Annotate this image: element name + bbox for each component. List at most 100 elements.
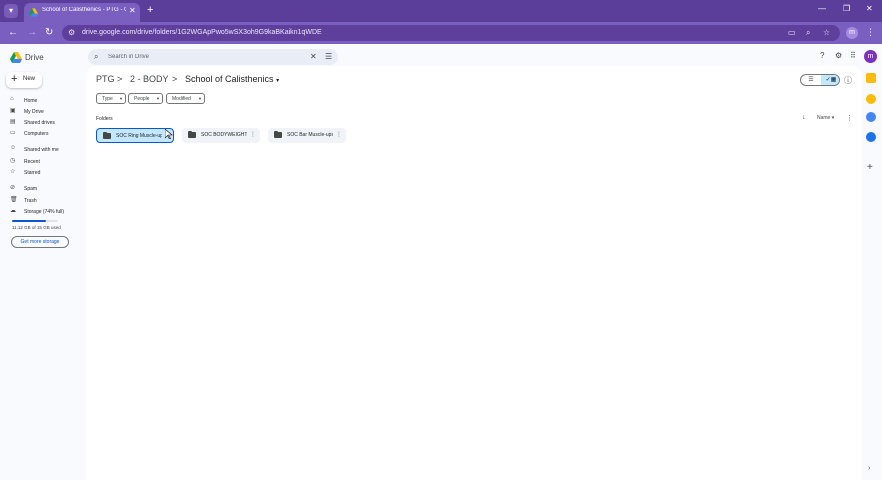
site-info-icon[interactable]: ⚙ bbox=[68, 28, 75, 37]
sort-direction-arrow-icon[interactable]: ↓ bbox=[802, 114, 806, 121]
tab-close-icon[interactable]: ✕ bbox=[129, 6, 136, 15]
sidebar-item-storage[interactable]: ☁ Storage (74% full) bbox=[4, 207, 84, 217]
folder-name: SOC Ring Muscle-ups bbox=[116, 133, 162, 139]
folder-name: SOC BODYWEIGHT bbox=[201, 132, 247, 138]
tab-title: School of Calisthenics - PTG - Google Dr… bbox=[42, 7, 126, 13]
breadcrumb-chevron-icon: > bbox=[117, 74, 123, 84]
folder-icon bbox=[103, 131, 111, 139]
folders-section-label: Folders bbox=[96, 116, 113, 122]
recent-icon: ◷ bbox=[10, 158, 16, 164]
restore-icon[interactable]: ❐ bbox=[843, 4, 850, 13]
sidebar-item-trash[interactable]: 🗑 Trash bbox=[4, 196, 84, 206]
folder-icon bbox=[274, 130, 282, 138]
chevron-down-icon: ▼ bbox=[119, 96, 123, 101]
settings-gear-icon[interactable]: ⚙ bbox=[835, 51, 842, 60]
main-content: PTG > 2 - BODY > School of Calisthenics … bbox=[86, 66, 862, 480]
reload-icon[interactable]: ↻ bbox=[45, 27, 53, 39]
tasks-addon-icon[interactable] bbox=[866, 112, 876, 122]
help-icon[interactable]: ? bbox=[820, 51, 824, 60]
sidebar-item-recent[interactable]: ◷ Recent bbox=[4, 157, 84, 167]
storage-used-text: 11.12 GB of 15 GB used bbox=[12, 225, 61, 230]
breadcrumb-chevron-icon: > bbox=[172, 74, 178, 84]
trash-icon: 🗑 bbox=[10, 197, 18, 203]
sidebar-item-shared-with-me[interactable]: ☺ Shared with me bbox=[4, 145, 84, 155]
new-button[interactable]: + New bbox=[6, 72, 42, 88]
home-icon: ⌂ bbox=[10, 96, 14, 102]
folder-more-actions-icon[interactable]: ⋮ bbox=[336, 131, 342, 138]
search-bar: ⌕ ✕ ☰ bbox=[88, 49, 338, 65]
spam-icon: ⊘ bbox=[10, 185, 16, 191]
drive-app: Drive ⌕ ✕ ☰ ? ⚙ ⠿ m + New ⌂ Home ▣ My Dr… bbox=[0, 44, 882, 480]
folder-more-actions-icon[interactable]: ⋮ bbox=[250, 131, 256, 138]
shared-with-me-icon: ☺ bbox=[10, 145, 17, 151]
plus-icon: + bbox=[11, 73, 18, 85]
storage-usage-bar bbox=[12, 220, 58, 222]
breadcrumb-current-folder[interactable]: School of Calisthenics ▾ bbox=[185, 74, 279, 84]
drive-logo-icon[interactable] bbox=[10, 52, 22, 63]
folder-card[interactable]: SOC BODYWEIGHT ⋮ bbox=[182, 128, 260, 143]
hide-side-panel-chevron-icon[interactable]: › bbox=[868, 465, 870, 472]
tab-search-icon[interactable]: ▾ bbox=[4, 4, 18, 18]
install-app-icon[interactable]: ▭ bbox=[788, 28, 796, 37]
account-avatar[interactable]: m bbox=[864, 50, 877, 63]
list-view-icon[interactable]: ☰ bbox=[801, 75, 821, 85]
folder-card[interactable]: SOC Bar Muscle-ups ⋮ bbox=[268, 128, 346, 143]
folder-name: SOC Bar Muscle-ups bbox=[287, 132, 333, 138]
contacts-addon-icon[interactable] bbox=[866, 132, 876, 142]
computers-icon: ▭ bbox=[10, 130, 16, 136]
chevron-down-icon: ▼ bbox=[156, 96, 160, 101]
omnibox[interactable]: ⚙ drive.google.com/drive/folders/1G2WGAp… bbox=[62, 25, 840, 41]
get-more-storage-button[interactable]: Get more storage bbox=[11, 236, 69, 248]
breadcrumb-item-2-body[interactable]: 2 - BODY bbox=[130, 74, 169, 84]
address-bar-row: ← → ↻ ⚙ drive.google.com/drive/folders/1… bbox=[0, 22, 882, 44]
url-text[interactable]: drive.google.com/drive/folders/1G2WGApPw… bbox=[82, 29, 322, 36]
drive-favicon-icon bbox=[29, 8, 38, 17]
forward-icon[interactable]: → bbox=[27, 27, 37, 39]
mouse-cursor-icon bbox=[165, 129, 173, 139]
folder-icon bbox=[188, 130, 196, 138]
sort-by-name-button[interactable]: Name ▾ bbox=[817, 115, 834, 121]
drive-logo-text[interactable]: Drive bbox=[25, 53, 44, 62]
browser-profile-icon[interactable]: m bbox=[846, 27, 858, 39]
search-icon[interactable]: ⌕ bbox=[94, 52, 98, 62]
bookmark-star-icon[interactable]: ☆ bbox=[823, 28, 830, 37]
browser-tab[interactable]: School of Calisthenics - PTG - Google Dr… bbox=[24, 3, 140, 22]
browser-tab-bar: ▾ School of Calisthenics - PTG - Google … bbox=[0, 0, 882, 22]
keep-addon-icon[interactable] bbox=[866, 94, 876, 104]
new-button-label: New bbox=[23, 76, 36, 82]
starred-icon: ☆ bbox=[10, 169, 16, 175]
back-icon[interactable]: ← bbox=[8, 27, 18, 39]
calendar-addon-icon[interactable] bbox=[866, 73, 876, 83]
sidebar-item-my-drive[interactable]: ▣ My Drive bbox=[4, 107, 84, 117]
sidebar-item-starred[interactable]: ☆ Starred bbox=[4, 168, 84, 178]
view-toggle: ☰ ✓▦ bbox=[800, 74, 840, 86]
filter-people-chip[interactable]: People ▼ bbox=[128, 93, 163, 104]
storage-usage-fill bbox=[12, 220, 47, 222]
new-tab-button[interactable]: + bbox=[147, 4, 153, 16]
filter-modified-chip[interactable]: Modified ▼ bbox=[166, 93, 205, 104]
zoom-icon[interactable]: ⌕ bbox=[806, 28, 810, 38]
my-drive-icon: ▣ bbox=[10, 108, 16, 114]
folder-menu-caret-icon: ▾ bbox=[276, 78, 280, 84]
search-options-icon[interactable]: ☰ bbox=[325, 52, 332, 61]
shared-drives-icon: ▤ bbox=[10, 119, 16, 125]
browser-menu-icon[interactable]: ⋮ bbox=[866, 27, 875, 38]
grid-view-icon[interactable]: ✓▦ bbox=[821, 75, 839, 85]
details-info-icon[interactable]: ⓘ bbox=[844, 75, 852, 86]
sidebar-item-computers[interactable]: ▭ Computers bbox=[4, 129, 84, 139]
breadcrumb-item-ptg[interactable]: PTG bbox=[96, 74, 115, 84]
search-input[interactable] bbox=[108, 50, 298, 64]
filter-type-chip[interactable]: Type ▼ bbox=[96, 93, 126, 104]
storage-icon: ☁ bbox=[10, 208, 16, 214]
apps-grid-icon[interactable]: ⠿ bbox=[850, 51, 856, 60]
sidebar-item-spam[interactable]: ⊘ Spam bbox=[4, 184, 84, 194]
sort-more-options-icon[interactable]: ⋮ bbox=[846, 114, 853, 122]
clear-search-icon[interactable]: ✕ bbox=[310, 52, 317, 61]
folder-card[interactable]: SOC Ring Muscle-ups bbox=[96, 128, 174, 143]
chevron-down-icon: ▼ bbox=[198, 96, 202, 101]
minimize-icon[interactable]: — bbox=[818, 4, 826, 13]
get-addons-plus-icon[interactable]: + bbox=[867, 162, 873, 173]
sidebar-item-shared-drives[interactable]: ▤ Shared drives bbox=[4, 118, 84, 128]
sidebar-item-home[interactable]: ⌂ Home bbox=[4, 96, 84, 106]
window-close-icon[interactable]: ✕ bbox=[866, 4, 873, 13]
